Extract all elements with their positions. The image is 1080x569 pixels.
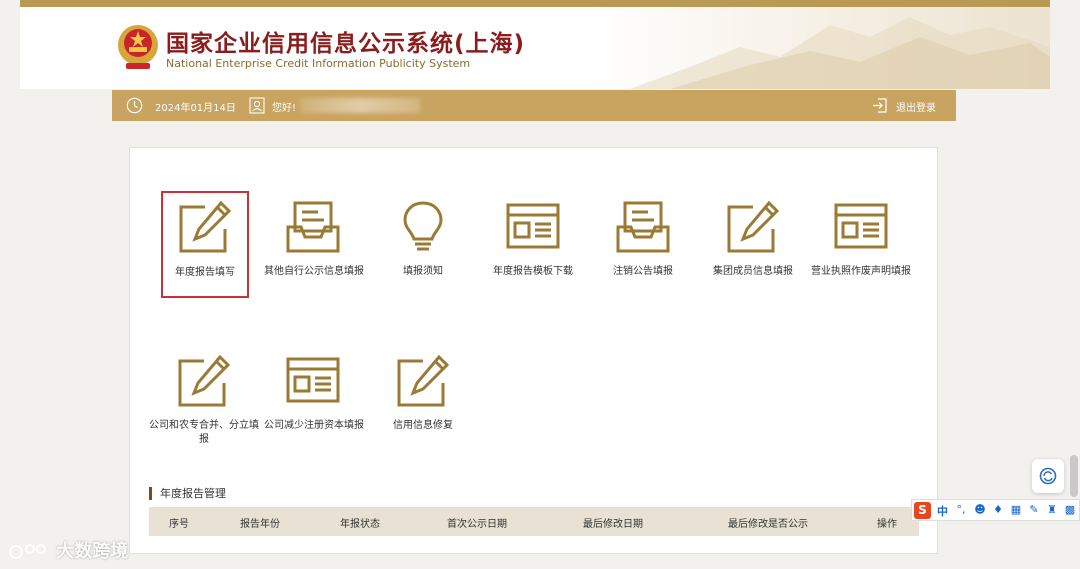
ime-language[interactable]: 中: [937, 503, 948, 519]
greeting-text: 您好!: [272, 103, 297, 114]
table-header: 序号 报告年份 年报状态 首次公示日期 最后修改日期 最后修改是否公示 操作: [149, 507, 919, 536]
inbox-icon: [616, 201, 670, 253]
clock-icon: [126, 97, 143, 114]
tile-group-members[interactable]: 集团成员信息填报: [698, 191, 808, 301]
tile-label: 其他自行公示信息填报: [264, 266, 364, 277]
watermark-text: 大数跨境: [56, 541, 129, 562]
lightbulb-icon: [403, 201, 443, 251]
ime-toolbar[interactable]: S 中 °, ☻ ♦ ▦ ✎ ♜ ▩: [911, 499, 1080, 521]
column-header: 序号: [169, 519, 189, 530]
tile-label: 填报须知: [403, 266, 443, 277]
edit-icon: [397, 354, 450, 407]
national-emblem-icon: [118, 25, 158, 69]
edit-icon: [178, 354, 231, 407]
logout-icon[interactable]: [872, 97, 888, 114]
refresh-icon: [1039, 467, 1057, 485]
tile-label: 营业执照作废声明填报: [811, 266, 911, 277]
tile-label: 年度报告模板下载: [493, 266, 573, 277]
microphone-icon[interactable]: ♦: [992, 504, 1004, 516]
skin-icon[interactable]: ♜: [1046, 504, 1058, 516]
tile-label: 注销公告填报: [613, 266, 673, 277]
watermark-logo-icon: [9, 544, 46, 559]
sogou-logo-icon: S: [914, 502, 931, 519]
scrollbar-thumb[interactable]: [1070, 455, 1078, 497]
tile-template-download[interactable]: 年度报告模板下载: [478, 191, 588, 301]
floating-help-button[interactable]: [1032, 459, 1064, 493]
page-title: 国家企业信用信息公示系统(上海): [166, 31, 526, 57]
tile-label: 信用信息修复: [393, 420, 453, 431]
column-header: 年报状态: [340, 519, 380, 530]
tile-capital-reduction[interactable]: 公司减少注册资本填报: [258, 345, 370, 455]
column-header: 最后修改日期: [583, 519, 643, 530]
user-bar: 2024年01月14日 您好! 退出登录: [112, 90, 956, 121]
current-date: 2024年01月14日: [155, 103, 236, 114]
tile-label: 年度报告填写: [175, 267, 235, 278]
template-icon: [834, 203, 888, 249]
user-icon: [249, 97, 265, 114]
tile-label: 公司减少注册资本填报: [264, 420, 364, 431]
inbox-icon: [286, 201, 340, 253]
page-subtitle: National Enterprise Credit Information P…: [166, 57, 471, 70]
tile-cancellation-notice[interactable]: 注销公告填报: [588, 191, 698, 301]
edit-icon: [179, 200, 232, 253]
column-header: 操作: [877, 519, 897, 530]
tile-label: 公司和农专合并、分立填报: [149, 420, 259, 445]
edit-icon: [727, 200, 780, 253]
punctuation-icon[interactable]: °,: [955, 504, 967, 516]
services-panel: 年度报告填写 其他自行公示信息填报 填报须知 年度报告模板下载 注销公告填报 集…: [129, 147, 938, 554]
tile-other-disclosure[interactable]: 其他自行公示信息填报: [258, 191, 370, 301]
toolbox-icon[interactable]: ✎: [1028, 504, 1040, 516]
logout-link[interactable]: 退出登录: [896, 99, 936, 114]
menu-grid-icon[interactable]: ▩: [1064, 504, 1076, 516]
site-header: 国家企业信用信息公示系统(上海) National Enterprise Cre…: [20, 7, 1050, 89]
mountain-decoration: [630, 17, 1050, 89]
section-title: 年度报告管理: [149, 487, 226, 500]
tile-license-void[interactable]: 营业执照作废声明填报: [806, 191, 916, 301]
emoji-icon[interactable]: ☻: [974, 504, 986, 516]
template-icon: [286, 357, 340, 403]
keyboard-icon[interactable]: ▦: [1010, 504, 1022, 516]
top-accent-line: [20, 0, 1050, 7]
column-header: 报告年份: [240, 519, 280, 530]
blurred-username: [300, 98, 420, 113]
column-header: 最后修改是否公示: [728, 519, 808, 530]
tile-credit-repair[interactable]: 信用信息修复: [368, 345, 478, 455]
tile-instructions[interactable]: 填报须知: [368, 191, 478, 301]
column-header: 首次公示日期: [447, 519, 507, 530]
tile-annual-report-fill[interactable]: 年度报告填写: [161, 191, 249, 298]
tile-merger-split[interactable]: 公司和农专合并、分立填报: [149, 345, 259, 455]
template-icon: [506, 203, 560, 249]
watermark: 大数跨境: [8, 537, 128, 563]
tile-label: 集团成员信息填报: [713, 266, 793, 277]
